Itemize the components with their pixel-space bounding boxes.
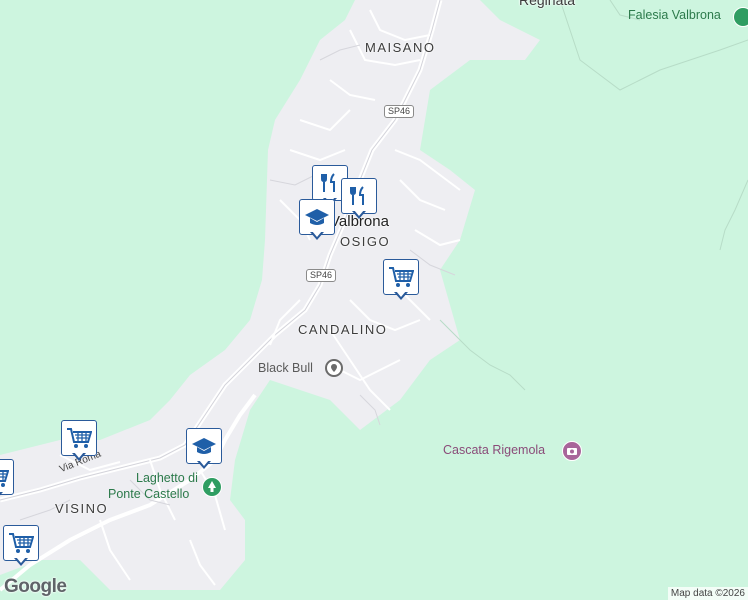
shop-marker[interactable]	[3, 525, 39, 569]
school-icon	[305, 209, 329, 225]
school-marker[interactable]	[186, 428, 222, 472]
terrain-line	[719, 179, 748, 251]
road-shield-sp46-north: SP46	[384, 105, 415, 118]
park-tree-icon[interactable]	[202, 477, 222, 497]
poi-label-laghetto-1[interactable]: Laghetto di	[136, 471, 198, 485]
climbing-area-icon[interactable]	[733, 7, 748, 27]
shopping-cart-icon	[389, 267, 414, 287]
school-marker[interactable]	[299, 199, 335, 243]
place-label-candalino: CANDALINO	[298, 322, 388, 337]
place-pin-icon[interactable]	[325, 359, 343, 377]
camera-icon[interactable]	[562, 441, 582, 461]
google-logo[interactable]: Google	[4, 576, 67, 598]
restaurant-icon	[321, 173, 335, 192]
place-label-osigo: OSIGO	[340, 234, 391, 249]
poi-label-cascata[interactable]: Cascata Rigemola	[443, 443, 545, 457]
shop-marker[interactable]	[0, 459, 14, 503]
poi-label-black-bull[interactable]: Black Bull	[258, 361, 313, 375]
poi-label-falesia[interactable]: Falesia Valbrona	[628, 8, 721, 22]
map-attribution[interactable]: Map data ©2026	[667, 587, 748, 600]
restaurant-marker[interactable]	[341, 178, 377, 222]
place-label-visino: VISINO	[55, 501, 109, 516]
shop-marker[interactable]	[61, 420, 97, 464]
shopping-cart-icon	[0, 470, 9, 487]
road-shield-sp46-south: SP46	[306, 269, 337, 282]
map-canvas[interactable]	[0, 0, 748, 600]
shop-marker[interactable]	[383, 259, 419, 303]
shopping-cart-icon	[9, 533, 34, 553]
shopping-cart-icon	[67, 428, 92, 448]
restaurant-icon	[350, 186, 364, 205]
poi-label-laghetto-2[interactable]: Ponte Castello	[108, 487, 189, 501]
school-icon	[192, 438, 216, 454]
place-label-reginata: Reginata	[519, 0, 576, 8]
place-label-maisano: MAISANO	[365, 40, 436, 55]
